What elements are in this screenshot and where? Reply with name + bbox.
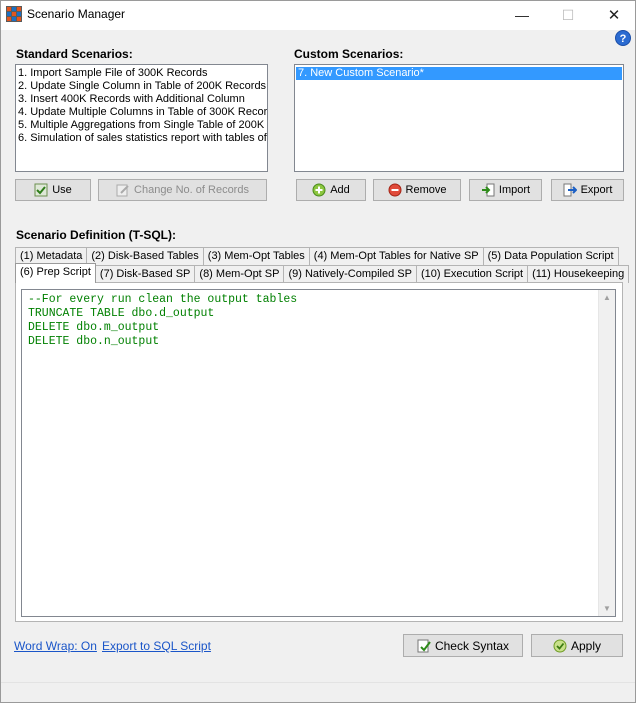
tab-prep-script[interactable]: (6) Prep Script xyxy=(15,263,96,283)
plus-icon xyxy=(312,183,326,197)
export-icon xyxy=(563,183,577,197)
tab-housekeeping[interactable]: (11) Housekeeping xyxy=(527,265,630,283)
use-icon xyxy=(34,183,48,197)
list-item[interactable]: 6. Simulation of sales statistics report… xyxy=(16,132,267,145)
list-item[interactable]: 2. Update Single Column in Table of 200K… xyxy=(16,80,267,93)
apply-check-icon xyxy=(553,639,567,652)
standard-scenarios-label: Standard Scenarios: xyxy=(16,47,133,61)
status-strip xyxy=(1,682,635,702)
window-title: Scenario Manager xyxy=(27,7,126,21)
change-records-button[interactable]: Change No. of Records xyxy=(98,179,267,201)
tsql-editor[interactable]: --For every run clean the output tables … xyxy=(21,289,616,617)
export-button[interactable]: Export xyxy=(551,179,624,201)
list-item[interactable]: 4. Update Multiple Columns in Table of 3… xyxy=(16,106,267,119)
list-item[interactable]: 5. Multiple Aggregations from Single Tab… xyxy=(16,119,267,132)
apply-button[interactable]: Apply xyxy=(531,634,623,657)
title-bar: Scenario Manager — ☐ ✕ xyxy=(1,1,635,30)
list-item[interactable]: 1. Import Sample File of 300K Records xyxy=(16,67,267,80)
check-syntax-button[interactable]: Check Syntax xyxy=(403,634,523,657)
export-sql-link[interactable]: Export to SQL Script xyxy=(102,639,211,653)
scroll-down-icon[interactable]: ▼ xyxy=(603,604,611,613)
custom-scenarios-list[interactable]: 7. New Custom Scenario* xyxy=(294,64,624,172)
import-icon xyxy=(481,183,495,197)
tab-disk-based-sp[interactable]: (7) Disk-Based SP xyxy=(94,265,196,283)
add-label: Add xyxy=(330,184,350,196)
scenario-definition-label: Scenario Definition (T-SQL): xyxy=(16,228,177,242)
close-button[interactable]: ✕ xyxy=(591,1,636,30)
minimize-button[interactable]: — xyxy=(499,1,545,30)
tab-execution-script[interactable]: (10) Execution Script xyxy=(415,265,529,283)
check-syntax-icon xyxy=(417,639,431,652)
import-label: Import xyxy=(498,184,531,196)
code-text[interactable]: --For every run clean the output tables … xyxy=(28,293,297,349)
import-button[interactable]: Import xyxy=(469,179,542,201)
word-wrap-link[interactable]: Word Wrap: On xyxy=(14,639,97,653)
remove-label: Remove xyxy=(405,184,447,196)
custom-scenarios-label: Custom Scenarios: xyxy=(294,47,404,61)
scroll-up-icon[interactable]: ▲ xyxy=(603,293,611,302)
maximize-button[interactable]: ☐ xyxy=(545,1,591,30)
list-item[interactable]: 7. New Custom Scenario* xyxy=(296,67,622,80)
change-records-label: Change No. of Records xyxy=(134,184,249,196)
tab-content-pane: --For every run clean the output tables … xyxy=(15,282,623,622)
tab-natively-compiled-sp[interactable]: (9) Natively-Compiled SP xyxy=(283,265,417,283)
use-button[interactable]: Use xyxy=(15,179,91,201)
add-button[interactable]: Add xyxy=(296,179,366,201)
tab-data-population-script[interactable]: (5) Data Population Script xyxy=(482,247,619,265)
apply-label: Apply xyxy=(570,638,602,653)
standard-scenarios-list[interactable]: 1. Import Sample File of 300K Records 2.… xyxy=(15,64,268,172)
tab-mem-opt-tables-native[interactable]: (4) Mem-Opt Tables for Native SP xyxy=(308,247,484,265)
tab-mem-opt-tables[interactable]: (3) Mem-Opt Tables xyxy=(202,247,310,265)
check-syntax-label: Check Syntax xyxy=(434,638,510,653)
vertical-scrollbar[interactable]: ▲ ▼ xyxy=(598,290,615,616)
scenario-manager-window: Scenario Manager — ☐ ✕ ? Standard Scenar… xyxy=(0,0,636,703)
export-label: Export xyxy=(580,184,613,196)
tab-row-1: (1) Metadata (2) Disk-Based Tables (3) M… xyxy=(15,247,619,265)
list-item[interactable]: 3. Insert 400K Records with Additional C… xyxy=(16,93,267,106)
tab-row-2: (6) Prep Script (7) Disk-Based SP (8) Me… xyxy=(15,263,630,283)
app-grid-icon xyxy=(6,6,22,22)
remove-button[interactable]: Remove xyxy=(373,179,461,201)
minus-icon xyxy=(388,183,402,197)
tab-mem-opt-sp[interactable]: (8) Mem-Opt SP xyxy=(194,265,285,283)
tab-disk-based-tables[interactable]: (2) Disk-Based Tables xyxy=(86,247,204,265)
help-icon[interactable]: ? xyxy=(615,30,631,46)
edit-records-icon xyxy=(116,184,129,197)
use-label: Use xyxy=(52,184,72,196)
